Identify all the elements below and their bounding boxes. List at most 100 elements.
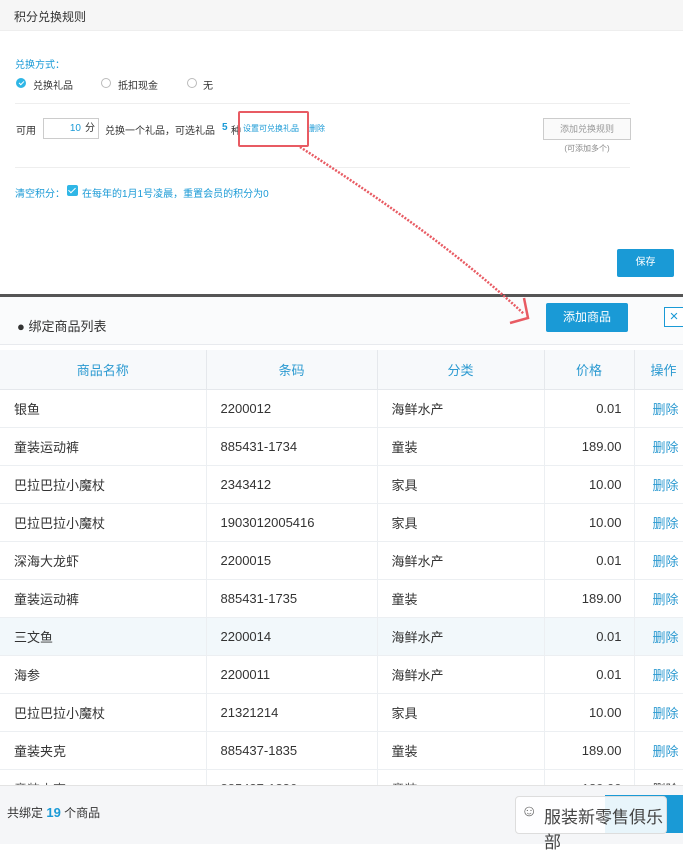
cell-code: 2200012 <box>206 389 378 428</box>
cell-price: 10.00 <box>544 465 635 504</box>
cell-price: 10.00 <box>544 503 635 542</box>
column-header-code: 条码 <box>206 350 378 390</box>
add-goods-button[interactable]: 添加商品 <box>546 303 628 332</box>
gift-count: 5 <box>222 122 228 133</box>
delete-link[interactable]: 删除 <box>634 617 683 656</box>
modal-title: ● 绑定商品列表 <box>17 319 107 334</box>
watermark: ☺ 服装新零售俱乐部 <box>515 796 667 852</box>
points-value: 10 <box>69 123 81 134</box>
table-row: 三文鱼 2200014 海鲜水产 0.01 删除 <box>0 617 683 656</box>
highlight-annotation-box <box>238 111 309 147</box>
delete-link[interactable]: 删除 <box>634 427 683 466</box>
divider <box>15 167 630 168</box>
table-row: 童装夹克 885437-1835 童装 189.00 删除 <box>0 731 683 770</box>
cell-code: 885437-1835 <box>206 731 378 770</box>
cell-category: 童装 <box>377 731 545 770</box>
table-row: 银鱼 2200012 海鲜水产 0.01 删除 <box>0 389 683 428</box>
cell-price: 0.01 <box>544 389 635 428</box>
delete-link[interactable]: 删除 <box>634 731 683 770</box>
close-icon[interactable]: × <box>664 307 683 327</box>
cell-code: 2200011 <box>206 655 378 694</box>
table-row: 海参 2200011 海鲜水产 0.01 删除 <box>0 655 683 694</box>
cell-category: 家具 <box>377 693 545 732</box>
table-row: 巴拉巴拉小魔杖 2343412 家具 10.00 删除 <box>0 465 683 504</box>
cell-code: 2200015 <box>206 541 378 580</box>
column-header-price: 价格 <box>544 350 635 390</box>
page-header: 积分兑换规则 <box>0 0 683 31</box>
cell-name: 海参 <box>0 655 207 694</box>
cell-price: 189.00 <box>544 731 635 770</box>
cell-category: 海鲜水产 <box>377 655 545 694</box>
points-input[interactable]: 10 分 <box>43 118 99 139</box>
delete-link[interactable]: 删除 <box>634 465 683 504</box>
cell-category: 童装 <box>377 579 545 618</box>
reset-points-checkbox[interactable] <box>67 185 78 196</box>
delete-rule-link[interactable]: 删除 <box>309 123 325 134</box>
delete-link[interactable]: 删除 <box>634 541 683 580</box>
cell-category: 童装 <box>377 427 545 466</box>
cell-category: 家具 <box>377 465 545 504</box>
cell-price: 0.01 <box>544 541 635 580</box>
cell-name: 童装运动裤 <box>0 427 207 466</box>
radio-gift-label: 兑换礼品 <box>33 81 73 92</box>
cell-name: 巴拉巴拉小魔杖 <box>0 503 207 542</box>
cell-name: 童装夹克 <box>0 731 207 770</box>
wechat-icon: ☺ <box>521 803 538 820</box>
cell-price: 189.00 <box>544 579 635 618</box>
column-header-name: 商品名称 <box>0 350 207 390</box>
radio-gift[interactable] <box>16 78 26 88</box>
cell-name: 深海大龙虾 <box>0 541 207 580</box>
cell-price: 189.00 <box>544 427 635 466</box>
cell-code: 21321214 <box>206 693 378 732</box>
cell-code: 885431-1735 <box>206 579 378 618</box>
table-row: 深海大龙虾 2200015 海鲜水产 0.01 删除 <box>0 541 683 580</box>
delete-link[interactable]: 删除 <box>634 389 683 428</box>
cell-price: 0.01 <box>544 617 635 656</box>
reset-points-text: 在每年的1月1号凌晨，重置会员的积分为0 <box>82 189 269 200</box>
cell-name: 巴拉巴拉小魔杖 <box>0 465 207 504</box>
cell-name: 银鱼 <box>0 389 207 428</box>
cell-code: 2200014 <box>206 617 378 656</box>
cell-code: 2343412 <box>206 465 378 504</box>
save-button[interactable]: 保存 <box>617 249 674 277</box>
clear-points-label: 清空积分： <box>15 189 65 200</box>
delete-link[interactable]: 删除 <box>634 655 683 694</box>
radio-none[interactable] <box>187 78 197 88</box>
cell-category: 海鲜水产 <box>377 389 545 428</box>
delete-link[interactable]: 删除 <box>634 579 683 618</box>
table-header-row: 商品名称 条码 分类 价格 操作 <box>0 350 683 390</box>
radio-none-label: 无 <box>203 81 213 92</box>
cell-code: 885431-1734 <box>206 427 378 466</box>
add-rule-button[interactable]: 添加兑换规则 <box>543 118 631 140</box>
column-header-category: 分类 <box>377 350 545 390</box>
column-header-action: 操作 <box>634 350 683 390</box>
cell-name: 巴拉巴拉小魔杖 <box>0 693 207 732</box>
points-unit: 分 <box>85 123 95 134</box>
cell-price: 10.00 <box>544 693 635 732</box>
delete-link[interactable]: 删除 <box>634 693 683 732</box>
exchange-mode-label: 兑换方式： <box>15 60 65 71</box>
watermark-text: 服装新零售俱乐部 <box>544 808 663 852</box>
rule-text: 兑换一个礼品，可选礼品 <box>105 126 215 137</box>
bound-count-text: 共绑定 19 个商品 <box>7 804 100 821</box>
cell-category: 家具 <box>377 503 545 542</box>
table-row: 童装运动裤 885431-1734 童装 189.00 删除 <box>0 427 683 466</box>
bound-count-value: 19 <box>46 805 61 820</box>
delete-link[interactable]: 删除 <box>634 503 683 542</box>
table-row: 童装运动裤 885431-1735 童装 189.00 删除 <box>0 579 683 618</box>
cell-name: 童装运动裤 <box>0 579 207 618</box>
bound-count-suffix: 个商品 <box>64 806 101 820</box>
add-rule-hint: (可添加多个) <box>564 144 610 153</box>
goods-table: 商品名称 条码 分类 价格 操作 银鱼 2200012 海鲜水产 0.01 删除 童装运动… <box>0 350 683 808</box>
radio-cash[interactable] <box>101 78 111 88</box>
cell-name: 三文鱼 <box>0 617 207 656</box>
cell-category: 海鲜水产 <box>377 541 545 580</box>
page-title: 积分兑换规则 <box>14 10 87 24</box>
bound-count-prefix: 共绑定 <box>7 806 44 820</box>
cell-category: 海鲜水产 <box>377 617 545 656</box>
rule-prefix: 可用 <box>16 126 36 137</box>
table-row: 巴拉巴拉小魔杖 1903012005416 家具 10.00 删除 <box>0 503 683 542</box>
table-row: 巴拉巴拉小魔杖 21321214 家具 10.00 删除 <box>0 693 683 732</box>
radio-cash-label: 抵扣现金 <box>118 81 158 92</box>
cell-price: 0.01 <box>544 655 635 694</box>
